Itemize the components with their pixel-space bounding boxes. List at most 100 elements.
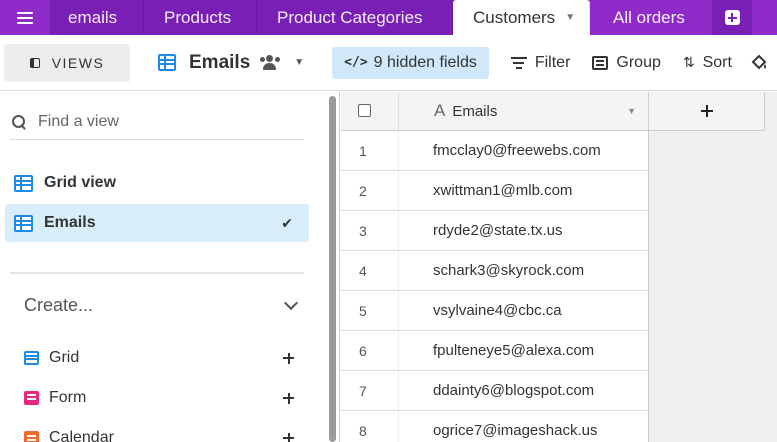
tab-label: Product Categories [277,7,423,27]
tab-emails[interactable]: emails [50,0,144,35]
table-row[interactable]: 3 rdyde2@state.tx.us [341,211,649,251]
row-number: 5 [341,291,399,330]
view-label: Grid view [44,174,117,191]
grid-rows: 1 fmcclay0@freewebs.com 2 xwittman1@mlb.… [341,131,649,442]
create-view-header[interactable]: Create... [24,295,299,316]
view-switcher[interactable]: Emails ▼ [158,52,304,74]
sidebar-scrollbar[interactable] [329,96,336,442]
tab-customers[interactable]: Customers ▼ [453,0,590,35]
find-view-input[interactable] [38,112,288,131]
views-sidebar: Grid view Emails ✔ Create... Grid Form C… [0,92,340,442]
table-row[interactable]: 7 ddainty6@blogspot.com [341,371,649,411]
table-row[interactable]: 4 schark3@skyrock.com [341,251,649,291]
plus-icon [724,10,740,25]
add-table-button[interactable] [712,0,752,35]
view-toolbar: VIEWS Emails ▼ </> 9 hidden fields Filte… [0,35,777,91]
sort-label: Sort [702,53,732,71]
plus-icon [283,392,294,404]
email-cell[interactable]: fpulteneye5@alexa.com [399,331,649,370]
filter-icon [510,56,527,69]
email-cell[interactable]: ddainty6@blogspot.com [399,371,649,410]
table-row[interactable]: 1 fmcclay0@freewebs.com [341,131,649,171]
grid-icon [158,54,176,71]
select-all-checkbox[interactable] [358,103,371,117]
calendar-icon [24,431,39,442]
create-item-label: Grid [49,349,80,366]
grid-icon [24,351,39,365]
sort-icon: ⇅ [682,54,695,70]
group-label: Group [616,53,661,71]
tab-products[interactable]: Products [144,0,257,35]
email-cell[interactable]: rdyde2@state.tx.us [399,211,649,250]
grid-icon [14,174,33,192]
column-header-emails[interactable]: A Emails ▼ [399,92,649,131]
table-tab-bar: emails Products Product Categories Custo… [0,0,777,35]
email-cell[interactable]: vsylvaine4@cbc.ca [399,291,649,330]
row-number: 6 [341,331,399,370]
group-icon [592,55,609,70]
tab-all-orders[interactable]: All orders [590,0,712,35]
table-row[interactable]: 5 vsylvaine4@cbc.ca [341,291,649,331]
sidebar-item-emails[interactable]: Emails ✔ [5,204,309,242]
checkmark-icon: ✔ [281,214,293,231]
hide-fields-button[interactable]: </> 9 hidden fields [332,46,489,79]
views-button[interactable]: VIEWS [4,43,130,82]
tab-label: Customers [473,7,556,27]
tab-label: emails [68,7,118,27]
find-view-search [10,104,304,140]
create-grid-view[interactable]: Grid [24,349,294,367]
tab-label: Products [164,7,232,27]
row-number: 1 [341,131,399,170]
records-grid: A Emails ▼ 1 fmcclay0@freewebs.com 2 xwi… [341,92,777,442]
chevron-down-icon [283,295,299,310]
sort-button[interactable]: ⇅ Sort [683,54,732,72]
search-icon [12,114,26,129]
table-row[interactable]: 2 xwittman1@mlb.com [341,171,649,211]
hamburger-icon [17,11,33,24]
email-cell[interactable]: xwittman1@mlb.com [399,171,649,210]
row-number: 3 [341,211,399,250]
grid-icon [14,214,33,232]
tab-product-categories[interactable]: Product Categories [257,0,453,35]
row-number: 8 [341,411,399,442]
table-row[interactable]: 6 fpulteneye5@alexa.com [341,331,649,371]
email-cell[interactable]: schark3@skyrock.com [399,251,649,290]
select-all-cell [341,92,399,131]
views-label: VIEWS [51,54,105,71]
grid-header: A Emails ▼ [341,92,777,131]
table-row[interactable]: 8 ogrice7@imageshack.us [341,411,649,442]
divider [10,272,304,274]
create-form-view[interactable]: Form [24,389,294,407]
plus-icon [700,105,713,117]
current-view-name: Emails [189,51,251,73]
plus-icon [283,352,294,364]
email-cell[interactable]: fmcclay0@freewebs.com [399,131,649,170]
view-label: Emails [44,214,96,231]
create-item-label: Form [49,389,87,406]
text-field-icon: A [434,101,446,120]
tab-label: All orders [613,7,685,27]
sidebar-item-grid-view[interactable]: Grid view [5,164,309,202]
paint-bucket-icon[interactable] [750,54,768,71]
row-number: 2 [341,171,399,210]
create-item-label: Calendar [49,429,114,442]
form-icon [24,391,39,405]
collaborative-view-icon [260,54,282,71]
row-number: 4 [341,251,399,290]
chevron-down-icon[interactable]: ▼ [627,106,636,116]
group-button[interactable]: Group [592,53,661,72]
menu-button[interactable] [0,0,50,35]
filter-label: Filter [534,53,571,71]
hidden-fields-icon: </> [344,55,368,70]
sidebar-toggle-icon [29,57,40,68]
plus-icon [283,432,294,442]
row-number: 7 [341,371,399,410]
hidden-fields-label: 9 hidden fields [373,53,477,71]
chevron-down-icon[interactable]: ▼ [565,12,575,23]
add-field-button[interactable] [649,92,765,131]
email-cell[interactable]: ogrice7@imageshack.us [399,411,649,442]
chevron-down-icon: ▼ [294,57,305,68]
filter-button[interactable]: Filter [510,53,571,72]
create-calendar-view[interactable]: Calendar [24,429,294,442]
create-label: Create... [24,295,94,315]
